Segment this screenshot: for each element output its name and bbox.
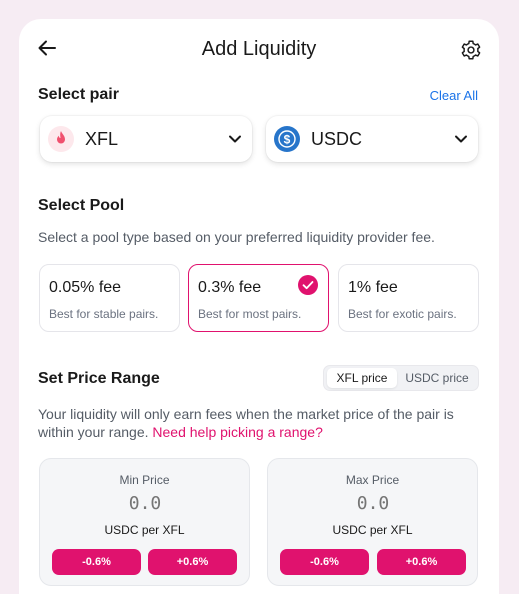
chevron-down-icon bbox=[454, 132, 468, 146]
select-pool-description: Select a pool type based on your preferr… bbox=[38, 229, 435, 245]
flame-icon bbox=[48, 126, 74, 152]
min-price-unit: USDC per XFL bbox=[104, 523, 185, 537]
select-pair-label: Select pair bbox=[38, 86, 119, 103]
price-range-label: Set Price Range bbox=[38, 370, 160, 387]
pool-fee: 0.05% fee bbox=[49, 279, 122, 296]
max-price-label: Max Price bbox=[345, 473, 400, 487]
pool-sub: Best for exotic pairs. bbox=[348, 307, 457, 321]
max-price-input[interactable] bbox=[298, 491, 448, 515]
max-decrease-button[interactable]: -0.6% bbox=[280, 549, 369, 575]
max-price-unit: USDC per XFL bbox=[332, 523, 413, 537]
header: Add Liquidity bbox=[19, 19, 499, 81]
pool-option-1[interactable]: 1% fee Best for exotic pairs. bbox=[338, 264, 479, 332]
pool-option-0-05[interactable]: 0.05% fee Best for stable pairs. bbox=[39, 264, 180, 332]
max-increase-button[interactable]: +0.6% bbox=[377, 549, 466, 575]
usdc-price-toggle[interactable]: USDC price bbox=[398, 368, 476, 388]
add-liquidity-card: Add Liquidity Select pair Clear All XFL … bbox=[19, 19, 499, 594]
token-b-name: USDC bbox=[311, 129, 363, 149]
xfl-price-toggle[interactable]: XFL price bbox=[327, 368, 397, 388]
select-pool-label: Select Pool bbox=[38, 197, 125, 214]
help-range-link[interactable]: Need help picking a range? bbox=[152, 424, 322, 440]
pool-option-0-3[interactable]: 0.3% fee Best for most pairs. bbox=[188, 264, 329, 332]
usdc-icon: $ bbox=[274, 126, 300, 152]
min-price-input[interactable] bbox=[70, 491, 220, 515]
token-a-name: XFL bbox=[85, 129, 119, 149]
pool-fee: 1% fee bbox=[348, 279, 398, 296]
gear-icon[interactable] bbox=[460, 39, 482, 61]
clear-all-link[interactable]: Clear All bbox=[430, 88, 478, 103]
svg-text:$: $ bbox=[284, 133, 291, 147]
pool-fee: 0.3% fee bbox=[198, 279, 262, 296]
min-increase-button[interactable]: +0.6% bbox=[148, 549, 237, 575]
price-toggle: XFL price USDC price bbox=[323, 365, 479, 391]
pool-sub: Best for stable pairs. bbox=[49, 307, 159, 321]
max-price-box: Max Price USDC per XFL -0.6% +0.6% bbox=[267, 458, 478, 586]
pool-sub: Best for most pairs. bbox=[198, 307, 302, 321]
chevron-down-icon bbox=[228, 132, 242, 146]
min-decrease-button[interactable]: -0.6% bbox=[52, 549, 141, 575]
check-icon bbox=[298, 275, 318, 295]
token-a-select[interactable]: XFL bbox=[40, 116, 252, 162]
min-price-box: Min Price USDC per XFL -0.6% +0.6% bbox=[39, 458, 250, 586]
token-b-select[interactable]: $ USDC bbox=[266, 116, 478, 162]
range-description: Your liquidity will only earn fees when … bbox=[38, 405, 483, 441]
min-price-label: Min Price bbox=[119, 473, 170, 487]
page-title: Add Liquidity bbox=[201, 38, 317, 60]
